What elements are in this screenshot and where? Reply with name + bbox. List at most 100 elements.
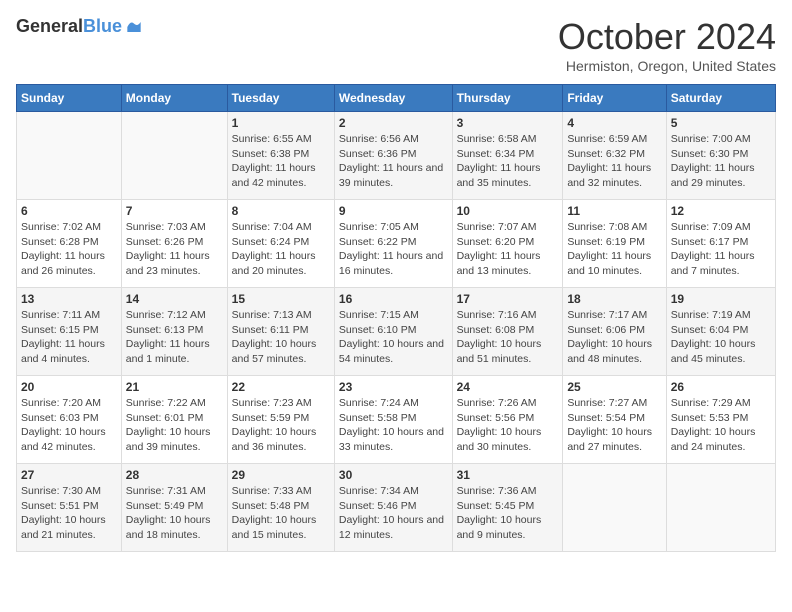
- calendar-cell: 11 Sunrise: 7:08 AMSunset: 6:19 PMDayligh…: [563, 200, 666, 288]
- calendar-cell: 19 Sunrise: 7:19 AMSunset: 6:04 PMDayligh…: [666, 288, 775, 376]
- day-number: 3: [457, 116, 559, 130]
- day-info: Sunrise: 7:26 AMSunset: 5:56 PMDaylight:…: [457, 396, 559, 455]
- day-info: Sunrise: 7:09 AMSunset: 6:17 PMDaylight:…: [671, 220, 771, 279]
- day-info: Sunrise: 7:12 AMSunset: 6:13 PMDaylight:…: [126, 308, 223, 367]
- day-info: Sunrise: 6:55 AMSunset: 6:38 PMDaylight:…: [232, 132, 330, 191]
- day-number: 23: [339, 380, 448, 394]
- day-info: Sunrise: 7:33 AMSunset: 5:48 PMDaylight:…: [232, 484, 330, 543]
- calendar-header-monday: Monday: [121, 85, 227, 112]
- day-number: 30: [339, 468, 448, 482]
- calendar-cell: 4Sunrise: 6:59 AMSunset: 6:32 PMDaylight…: [563, 112, 666, 200]
- day-number: 17: [457, 292, 559, 306]
- day-number: 2: [339, 116, 448, 130]
- calendar-cell: 8 Sunrise: 7:04 AMSunset: 6:24 PMDaylight…: [227, 200, 334, 288]
- day-info: Sunrise: 7:16 AMSunset: 6:08 PMDaylight:…: [457, 308, 559, 367]
- page-subtitle: Hermiston, Oregon, United States: [558, 58, 776, 74]
- calendar-cell: 30 Sunrise: 7:34 AMSunset: 5:46 PMDayligh…: [334, 464, 452, 552]
- day-number: 26: [671, 380, 771, 394]
- day-info: Sunrise: 7:00 AMSunset: 6:30 PMDaylight:…: [671, 132, 771, 191]
- day-number: 15: [232, 292, 330, 306]
- day-number: 19: [671, 292, 771, 306]
- calendar-table: SundayMondayTuesdayWednesdayThursdayFrid…: [16, 84, 776, 552]
- day-info: Sunrise: 7:02 AMSunset: 6:28 PMDaylight:…: [21, 220, 117, 279]
- day-number: 18: [567, 292, 661, 306]
- day-number: 27: [21, 468, 117, 482]
- calendar-cell: 20 Sunrise: 7:20 AMSunset: 6:03 PMDayligh…: [17, 376, 122, 464]
- day-info: Sunrise: 6:56 AMSunset: 6:36 PMDaylight:…: [339, 132, 448, 191]
- calendar-cell: [563, 464, 666, 552]
- calendar-cell: 9 Sunrise: 7:05 AMSunset: 6:22 PMDaylight…: [334, 200, 452, 288]
- day-number: 8: [232, 204, 330, 218]
- calendar-cell: 18 Sunrise: 7:17 AMSunset: 6:06 PMDayligh…: [563, 288, 666, 376]
- day-number: 16: [339, 292, 448, 306]
- day-info: Sunrise: 7:20 AMSunset: 6:03 PMDaylight:…: [21, 396, 117, 455]
- calendar-cell: 6 Sunrise: 7:02 AMSunset: 6:28 PMDaylight…: [17, 200, 122, 288]
- day-number: 29: [232, 468, 330, 482]
- day-info: Sunrise: 7:31 AMSunset: 5:49 PMDaylight:…: [126, 484, 223, 543]
- calendar-header-thursday: Thursday: [452, 85, 563, 112]
- day-number: 11: [567, 204, 661, 218]
- calendar-cell: 22 Sunrise: 7:23 AMSunset: 5:59 PMDayligh…: [227, 376, 334, 464]
- calendar-header-row: SundayMondayTuesdayWednesdayThursdayFrid…: [17, 85, 776, 112]
- title-section: October 2024 Hermiston, Oregon, United S…: [558, 16, 776, 74]
- calendar-cell: 13Sunrise: 7:11 AMSunset: 6:15 PMDayligh…: [17, 288, 122, 376]
- logo: GeneralBlue: [16, 16, 144, 38]
- day-info: Sunrise: 6:58 AMSunset: 6:34 PMDaylight:…: [457, 132, 559, 191]
- day-number: 10: [457, 204, 559, 218]
- day-info: Sunrise: 7:30 AMSunset: 5:51 PMDaylight:…: [21, 484, 117, 543]
- calendar-header-sunday: Sunday: [17, 85, 122, 112]
- day-info: Sunrise: 7:17 AMSunset: 6:06 PMDaylight:…: [567, 308, 661, 367]
- logo-icon: [124, 17, 144, 37]
- calendar-cell: 28 Sunrise: 7:31 AMSunset: 5:49 PMDayligh…: [121, 464, 227, 552]
- day-info: Sunrise: 7:04 AMSunset: 6:24 PMDaylight:…: [232, 220, 330, 279]
- day-number: 1: [232, 116, 330, 130]
- calendar-cell: 16 Sunrise: 7:15 AMSunset: 6:10 PMDayligh…: [334, 288, 452, 376]
- day-number: 22: [232, 380, 330, 394]
- calendar-cell: 10Sunrise: 7:07 AMSunset: 6:20 PMDayligh…: [452, 200, 563, 288]
- day-info: Sunrise: 7:19 AMSunset: 6:04 PMDaylight:…: [671, 308, 771, 367]
- day-number: 21: [126, 380, 223, 394]
- calendar-cell: [17, 112, 122, 200]
- day-number: 5: [671, 116, 771, 130]
- calendar-cell: 24 Sunrise: 7:26 AMSunset: 5:56 PMDayligh…: [452, 376, 563, 464]
- calendar-header-saturday: Saturday: [666, 85, 775, 112]
- day-number: 6: [21, 204, 117, 218]
- calendar-header-friday: Friday: [563, 85, 666, 112]
- header: GeneralBlue October 2024 Hermiston, Oreg…: [16, 16, 776, 74]
- calendar-cell: 29 Sunrise: 7:33 AMSunset: 5:48 PMDayligh…: [227, 464, 334, 552]
- day-info: Sunrise: 7:13 AMSunset: 6:11 PMDaylight:…: [232, 308, 330, 367]
- day-number: 14: [126, 292, 223, 306]
- calendar-cell: [666, 464, 775, 552]
- day-info: Sunrise: 7:27 AMSunset: 5:54 PMDaylight:…: [567, 396, 661, 455]
- day-number: 12: [671, 204, 771, 218]
- day-info: Sunrise: 7:22 AMSunset: 6:01 PMDaylight:…: [126, 396, 223, 455]
- calendar-cell: 26 Sunrise: 7:29 AMSunset: 5:53 PMDayligh…: [666, 376, 775, 464]
- day-info: Sunrise: 7:24 AMSunset: 5:58 PMDaylight:…: [339, 396, 448, 455]
- day-info: Sunrise: 7:15 AMSunset: 6:10 PMDaylight:…: [339, 308, 448, 367]
- calendar-cell: 23 Sunrise: 7:24 AMSunset: 5:58 PMDayligh…: [334, 376, 452, 464]
- day-info: Sunrise: 7:05 AMSunset: 6:22 PMDaylight:…: [339, 220, 448, 279]
- calendar-cell: [121, 112, 227, 200]
- calendar-header-tuesday: Tuesday: [227, 85, 334, 112]
- day-info: Sunrise: 7:23 AMSunset: 5:59 PMDaylight:…: [232, 396, 330, 455]
- calendar-cell: 31 Sunrise: 7:36 AMSunset: 5:45 PMDayligh…: [452, 464, 563, 552]
- day-number: 31: [457, 468, 559, 482]
- logo-text: GeneralBlue: [16, 16, 122, 38]
- day-info: Sunrise: 7:36 AMSunset: 5:45 PMDaylight:…: [457, 484, 559, 543]
- day-number: 9: [339, 204, 448, 218]
- calendar-cell: 1 Sunrise: 6:55 AMSunset: 6:38 PMDaylight…: [227, 112, 334, 200]
- day-info: Sunrise: 7:03 AMSunset: 6:26 PMDaylight:…: [126, 220, 223, 279]
- day-info: Sunrise: 6:59 AMSunset: 6:32 PMDaylight:…: [567, 132, 661, 191]
- day-number: 28: [126, 468, 223, 482]
- calendar-cell: 2 Sunrise: 6:56 AMSunset: 6:36 PMDaylight…: [334, 112, 452, 200]
- calendar-week-row: 27 Sunrise: 7:30 AMSunset: 5:51 PMDayligh…: [17, 464, 776, 552]
- calendar-cell: 15 Sunrise: 7:13 AMSunset: 6:11 PMDayligh…: [227, 288, 334, 376]
- day-number: 24: [457, 380, 559, 394]
- day-number: 20: [21, 380, 117, 394]
- day-info: Sunrise: 7:08 AMSunset: 6:19 PMDaylight:…: [567, 220, 661, 279]
- day-info: Sunrise: 7:11 AMSunset: 6:15 PMDaylight:…: [21, 308, 117, 367]
- calendar-cell: 5 Sunrise: 7:00 AMSunset: 6:30 PMDaylight…: [666, 112, 775, 200]
- day-info: Sunrise: 7:34 AMSunset: 5:46 PMDaylight:…: [339, 484, 448, 543]
- calendar-week-row: 13Sunrise: 7:11 AMSunset: 6:15 PMDayligh…: [17, 288, 776, 376]
- day-info: Sunrise: 7:29 AMSunset: 5:53 PMDaylight:…: [671, 396, 771, 455]
